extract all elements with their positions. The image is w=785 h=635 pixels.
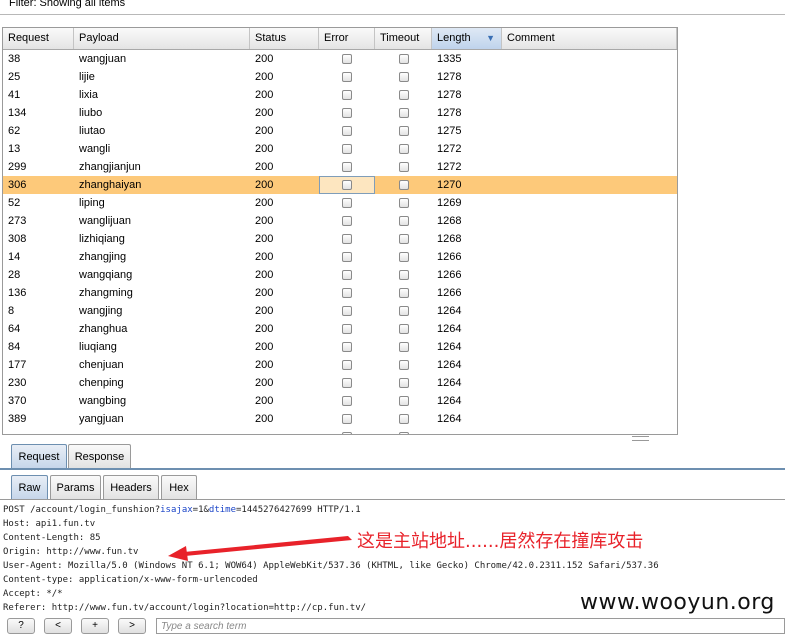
add-button-label: + [92, 620, 98, 631]
prev-button[interactable]: < [44, 618, 72, 634]
search-input[interactable]: Type a search term [156, 618, 785, 634]
help-button[interactable]: ? [7, 618, 35, 634]
annotation-text: 这是主站地址......居然存在撞库攻击 [357, 531, 644, 552]
bottom-toolbar: ? < + > Type a search term [0, 616, 785, 634]
next-button-label: > [129, 620, 135, 631]
watermark: www.wooyun.org [580, 590, 775, 615]
next-button[interactable]: > [118, 618, 146, 634]
prev-button-label: < [55, 620, 61, 631]
help-button-label: ? [18, 620, 24, 631]
add-button[interactable]: + [81, 618, 109, 634]
